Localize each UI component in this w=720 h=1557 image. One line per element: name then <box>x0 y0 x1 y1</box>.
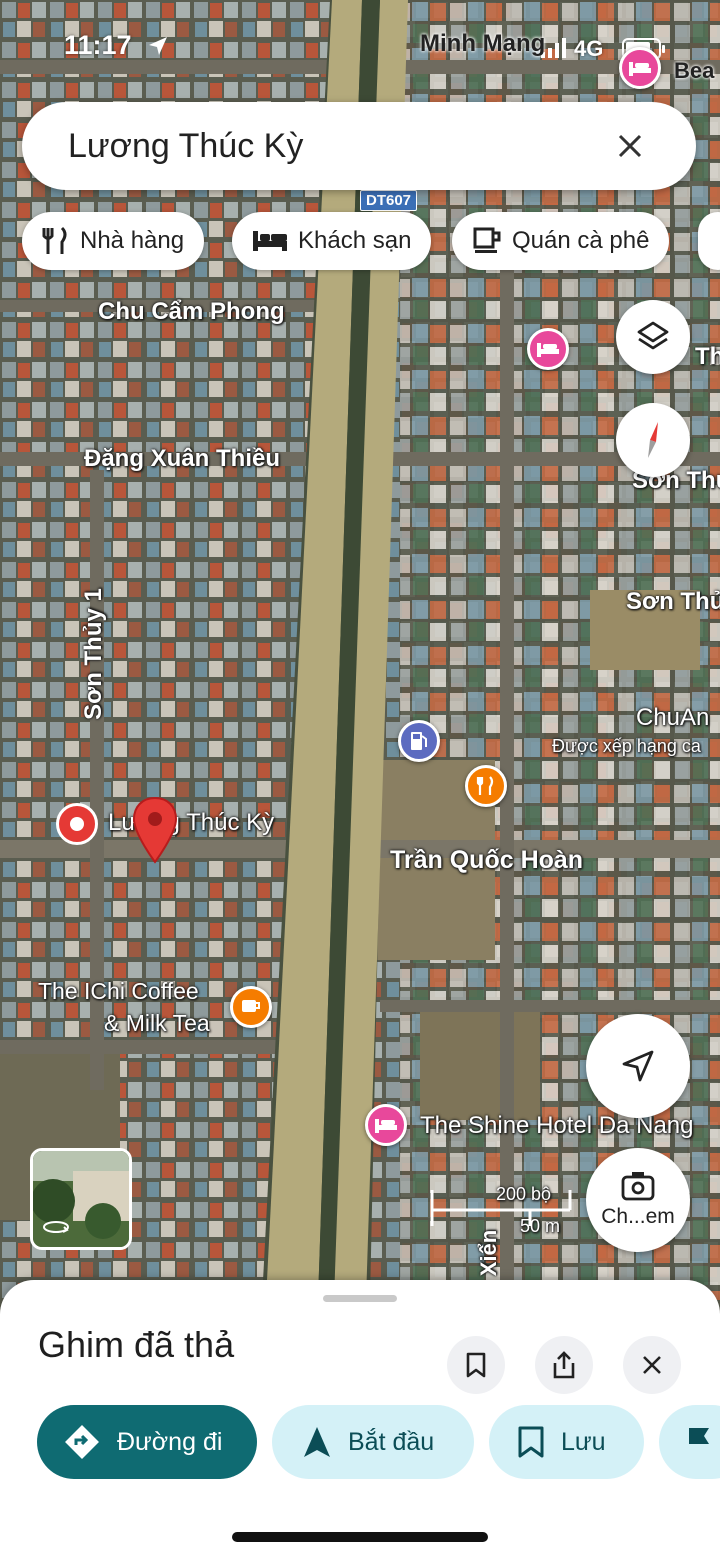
satellite-map[interactable]: 11:17 4G Minh Mạng Bea DT607 Chu Cẩm Pho… <box>0 0 720 1300</box>
route-shield-dt607: DT607 <box>360 190 418 211</box>
directions-icon <box>65 1425 99 1459</box>
camera-button-label: Ch...em <box>601 1205 675 1228</box>
street-label-son-thuy-1: Sơn Thủy 1 <box>79 588 107 720</box>
save-label: Lưu <box>561 1427 606 1456</box>
poi-label-shine-hotel: The Shine Hotel Da Nang <box>420 1112 694 1139</box>
bookmark-icon <box>518 1426 544 1458</box>
street-label-th: Th <box>695 343 720 370</box>
hotel-poi-marker[interactable] <box>619 47 661 89</box>
rotate-360-icon <box>41 1218 71 1241</box>
poi-label-ichi-coffee-1: The IChi Coffee <box>38 978 199 1004</box>
street-label-minh-mang: Minh Mạng <box>420 30 546 57</box>
scale-bar <box>430 1190 572 1226</box>
chip-hotels[interactable]: Khách sạn <box>232 212 432 270</box>
layers-button[interactable] <box>616 300 690 374</box>
bed-icon <box>253 231 287 251</box>
start-navigation-button[interactable]: Bắt đầu <box>272 1405 474 1479</box>
place-marker[interactable] <box>56 803 98 845</box>
search-query[interactable]: Lương Thúc Kỳ <box>68 127 610 166</box>
clear-search-icon[interactable] <box>610 126 650 166</box>
street-label-dang-xuan-thieu: Đặng Xuân Thiều <box>84 445 281 472</box>
street-label-xien: Xiển <box>476 1229 502 1277</box>
chip-label: Quán cà phê <box>512 227 650 254</box>
chip-coffee[interactable]: Quán cà phê <box>452 212 670 270</box>
close-sheet-button[interactable] <box>623 1336 681 1394</box>
search-bar[interactable]: Lương Thúc Kỳ <box>22 102 696 190</box>
navigation-icon <box>304 1427 330 1457</box>
poi-label-chuan: ChuAn <box>636 704 710 731</box>
street-view-thumbnail[interactable] <box>30 1148 132 1250</box>
start-label: Bắt đầu <box>348 1427 435 1456</box>
flag-button[interactable] <box>659 1405 720 1479</box>
home-indicator <box>232 1532 488 1542</box>
chip-more[interactable] <box>698 212 720 270</box>
sheet-title: Ghim đã thả <box>38 1324 235 1365</box>
flag-icon <box>689 1428 709 1457</box>
place-bottom-sheet[interactable]: Ghim đã thả Đường đi Bắt đầu Lưu <box>0 1280 720 1557</box>
bookmark-icon <box>466 1352 486 1378</box>
navigation-arrow-icon <box>622 1050 654 1082</box>
save-bookmark-button[interactable] <box>447 1336 505 1394</box>
network-type: 4G <box>574 36 604 61</box>
restaurant-poi-marker[interactable] <box>465 765 507 807</box>
coffee-cup-icon <box>473 227 501 253</box>
directions-button[interactable]: Đường đi <box>37 1405 257 1479</box>
hotel-poi-marker[interactable] <box>527 328 569 370</box>
camera-search-button[interactable]: Ch...em <box>586 1148 690 1252</box>
share-icon <box>553 1351 575 1379</box>
poi-label-ichi-coffee-2: & Milk Tea <box>104 1010 210 1036</box>
chip-restaurants[interactable]: Nhà hàng <box>22 212 205 270</box>
compass-icon <box>648 422 658 458</box>
status-time: 11:17 <box>64 30 132 60</box>
cafe-poi-marker[interactable] <box>230 986 272 1028</box>
close-icon <box>643 1356 661 1374</box>
save-button[interactable]: Lưu <box>489 1405 644 1479</box>
dropped-pin-icon[interactable] <box>132 796 178 864</box>
directions-label: Đường đi <box>117 1427 223 1456</box>
compass-button[interactable] <box>616 403 690 477</box>
chip-label: Nhà hàng <box>80 227 185 254</box>
street-label-chu-cam-phong: Chu Cẩm Phong <box>98 298 285 325</box>
street-label-tran-quoc-hoan: Trần Quốc Hoàn <box>390 846 584 874</box>
share-button[interactable] <box>535 1336 593 1394</box>
fork-knife-icon <box>42 226 67 254</box>
location-arrow-icon <box>146 34 170 65</box>
hotel-poi-marker[interactable] <box>365 1104 407 1146</box>
poi-label-beach: Bea <box>674 58 715 83</box>
poi-label-rating: Được xếp hạng ca <box>552 736 701 756</box>
drag-handle[interactable] <box>323 1295 397 1302</box>
my-location-button[interactable] <box>586 1014 690 1118</box>
camera-icon <box>621 1172 655 1201</box>
chip-label: Khách sạn <box>298 227 412 254</box>
street-label-son-thu-b: Sơn Thủ <box>626 588 720 615</box>
gas-station-poi-marker[interactable] <box>398 720 440 762</box>
layers-icon <box>637 321 669 350</box>
